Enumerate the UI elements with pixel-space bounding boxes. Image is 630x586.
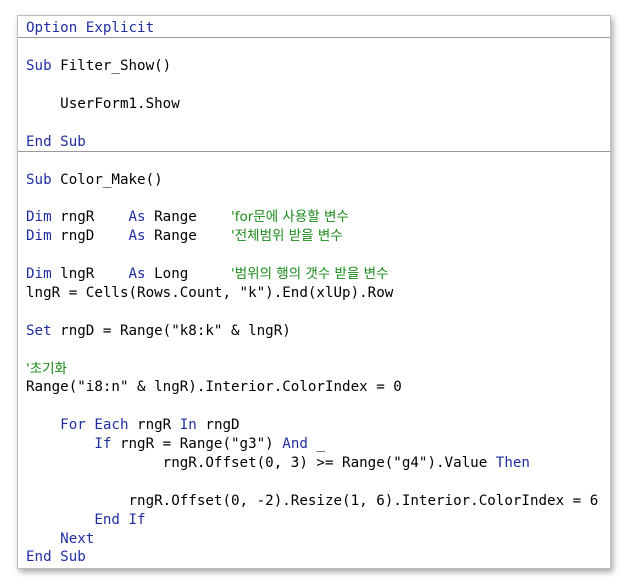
keyword: Option (26, 20, 78, 36)
keyword: As (128, 266, 146, 282)
code-text: lngR (51, 266, 129, 282)
code-line-userform-show: UserForm1.Show (26, 95, 180, 114)
procedure-separator (18, 37, 610, 38)
code-comment: '범위의 행의 갯수 받을 변수 (231, 266, 389, 282)
code-text: Range (145, 209, 232, 225)
code-line-next: Next (26, 530, 94, 549)
code-text: Color_Make() (51, 172, 163, 188)
code-line-clear-colorindex: Range("i8:n" & lngR).Interior.ColorIndex… (26, 378, 402, 397)
code-line-end-sub: End Sub (26, 133, 86, 152)
code-text: Range (145, 228, 232, 244)
code-line-init-comment: '초기화 (26, 360, 67, 379)
code-line-option-explicit: Option Explicit (26, 19, 154, 38)
keyword: As (128, 228, 146, 244)
keyword: For Each (60, 417, 129, 433)
keyword: Sub (26, 58, 52, 74)
code-line-if-condition-2: rngR.Offset(0, 3) >= Range("g4").Value T… (26, 454, 530, 473)
code-line-resize-colorindex: rngR.Offset(0, -2).Resize(1, 6).Interior… (26, 492, 598, 511)
code-comment: 'for문에 사용할 변수 (231, 209, 349, 225)
keyword: As (128, 209, 146, 225)
keyword: If (94, 436, 112, 452)
code-line-assign-lngr: lngR = Cells(Rows.Count, "k").End(xlUp).… (26, 284, 393, 303)
keyword: Then (495, 455, 530, 471)
code-editor[interactable]: Option Explicit Sub Filter_Show() UserFo… (17, 15, 611, 569)
code-text: rngR (128, 417, 180, 433)
code-comment: '초기화 (26, 361, 67, 377)
keyword: In (179, 417, 197, 433)
code-line-dim-rngr: Dim rngR As Range 'for문에 사용할 변수 (26, 208, 349, 227)
keyword: Set (26, 323, 52, 339)
code-text: rngR.Offset(0, -2).Resize(1, 6).Interior… (26, 493, 599, 509)
code-line-set-rngd: Set rngD = Range("k8:k" & lngR) (26, 322, 291, 341)
code-text: rngR = Range("g3") (111, 436, 283, 452)
keyword: End If (94, 512, 146, 528)
code-text: rngD (196, 417, 240, 433)
code-text: _ (307, 436, 325, 452)
code-line-sub-color-make: Sub Color_Make() (26, 171, 163, 190)
code-text: Range("i8:n" & lngR).Interior.ColorIndex… (26, 379, 402, 395)
code-line-end-sub: End Sub (26, 548, 86, 567)
keyword: Next (60, 531, 95, 547)
keyword: Dim (26, 228, 52, 244)
code-line-sub-filter-show: Sub Filter_Show() (26, 57, 171, 76)
keyword: And (282, 436, 308, 452)
code-line-dim-lngr: Dim lngR As Long '범위의 행의 갯수 받을 변수 (26, 265, 389, 284)
code-line-dim-rngd: Dim rngD As Range '전체범위 받을 변수 (26, 227, 343, 246)
keyword: Sub (26, 172, 52, 188)
code-text: rngD (51, 228, 129, 244)
code-text: Long (145, 266, 232, 282)
keyword: Dim (26, 209, 52, 225)
keyword: End Sub (26, 134, 86, 150)
code-text: Filter_Show() (51, 58, 172, 74)
procedure-separator (18, 151, 610, 152)
keyword: End Sub (26, 549, 86, 565)
code-comment: '전체범위 받을 변수 (231, 228, 343, 244)
code-line-if: If rngR = Range("g3") And _ (26, 435, 325, 454)
keyword: Dim (26, 266, 52, 282)
keyword: Explicit (77, 20, 155, 36)
code-text: rngR (51, 209, 129, 225)
code-line-for-each: For Each rngR In rngD (26, 416, 240, 435)
code-text: rngR.Offset(0, 3) >= Range("g4").Value (26, 455, 496, 471)
code-line-end-if: End If (26, 511, 146, 530)
code-text: lngR = Cells(Rows.Count, "k").End(xlUp).… (26, 285, 394, 301)
code-text: UserForm1.Show (26, 96, 180, 112)
code-text: rngD = Range("k8:k" & lngR) (51, 323, 291, 339)
